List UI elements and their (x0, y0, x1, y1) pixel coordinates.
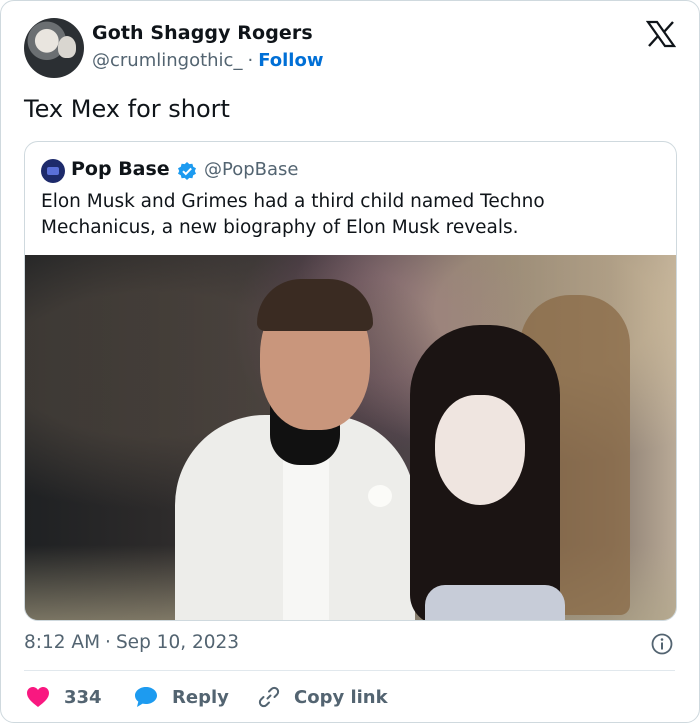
tweet-time: 8:12 AM (24, 632, 101, 653)
reply-label: Reply (172, 686, 229, 708)
tweet-timestamp[interactable]: 8:12 AM · Sep 10, 2023 (24, 632, 239, 653)
like-button[interactable]: 334 (26, 683, 102, 711)
photo-woman-face (435, 395, 525, 505)
photo-woman-dress (425, 585, 565, 620)
copy-link-label: Copy link (294, 686, 388, 708)
like-count: 334 (64, 686, 102, 708)
photo-boutonniere (368, 485, 392, 507)
reply-button[interactable]: Reply (134, 683, 229, 711)
quoted-author-name[interactable]: Pop Base (71, 158, 170, 180)
tweet-date: Sep 10, 2023 (115, 632, 240, 653)
photo-man-shirt (283, 445, 329, 620)
speech-bubble-icon (135, 687, 157, 707)
info-icon[interactable] (651, 633, 673, 655)
x-logo-icon[interactable] (646, 20, 676, 48)
link-icon (258, 686, 280, 708)
meta-separator: · (247, 50, 254, 71)
quoted-handle[interactable]: @PopBase (204, 159, 298, 180)
author-name[interactable]: Goth Shaggy Rogers (92, 22, 313, 44)
quoted-photo[interactable] (25, 255, 676, 620)
heart-icon (27, 687, 49, 707)
timestamp-separator: · (105, 632, 111, 653)
author-handle[interactable]: @crumlingothic_ (92, 50, 242, 71)
quoted-avatar[interactable] (41, 159, 65, 183)
tweet-text: Tex Mex for short (24, 95, 230, 123)
avatar-skull (58, 36, 76, 58)
author-meta: @crumlingothic_ · Follow (92, 50, 323, 71)
verified-badge-icon (178, 162, 196, 180)
quoted-text: Elon Musk and Grimes had a third child n… (41, 191, 545, 238)
follow-button[interactable]: Follow (258, 50, 323, 71)
author-avatar[interactable] (24, 18, 84, 78)
quoted-tweet[interactable]: Pop Base @PopBase Elon Musk and Grimes h… (24, 141, 677, 621)
copy-link-button[interactable]: Copy link (258, 683, 388, 711)
actions-divider (24, 670, 675, 671)
